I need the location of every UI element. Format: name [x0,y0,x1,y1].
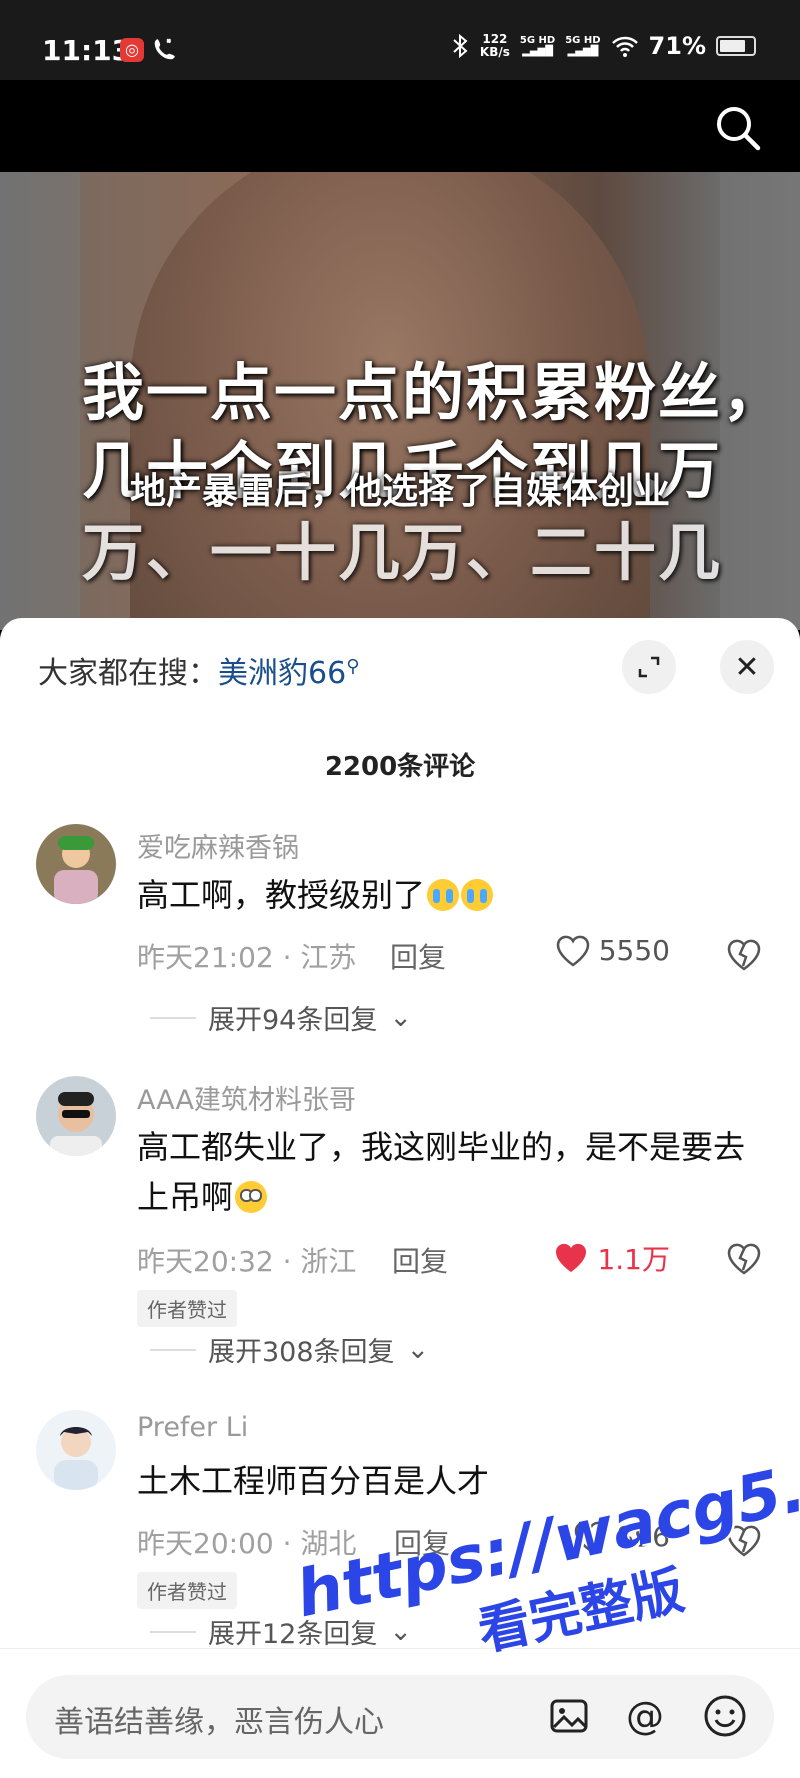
comment-location: 浙江 [300,1245,357,1278]
crying-emoji-icon [427,879,460,911]
status-indicators: 122 KB/s 5G HD ▂▄▆█ 5G HD ▂▄▆█ 71% [450,32,756,60]
search-icon[interactable] [712,102,764,154]
avatar[interactable] [36,824,116,904]
like-button[interactable]: 896 [573,1520,670,1553]
sim2-label: 5G HD [565,35,601,46]
close-button[interactable]: ✕ [720,640,774,694]
comment-text-body: 高工啊，教授级别了 [137,876,426,914]
comment-meta: 昨天20:32 · 浙江 [137,1245,357,1278]
dislike-icon[interactable] [724,1240,764,1276]
expand-replies-label: 展开308条回复 [208,1337,395,1368]
heart-filled-icon [556,1243,587,1272]
reply-button[interactable]: 回复 [394,1522,450,1562]
emoji-icon[interactable] [702,1693,748,1739]
divider [150,1016,196,1019]
comment-location: 江苏 [300,941,357,974]
expand-replies-label: 展开12条回复 [208,1619,378,1650]
like-count: 1.1万 [597,1243,670,1276]
comment-text-line: 上吊啊 [137,1178,234,1216]
comment-username[interactable]: Prefer Li [137,1412,248,1443]
dislike-icon[interactable] [724,1522,764,1558]
comment-time: 昨天20:00 [137,1527,274,1560]
top-bar [0,80,800,172]
expand-icon [638,656,660,678]
mention-icon[interactable]: @ [622,1693,668,1739]
author-liked-badge: 作者赞过 [137,1290,237,1327]
sim2-signal-icon: 5G HD ▂▄▆█ [565,35,601,57]
comment-text-line: 高工都失业了，我这刚毕业的，是不是要去 [137,1128,746,1166]
video-subtitle: 地产暴雷后，他选择了自媒体创业 [129,471,670,512]
expand-replies-button[interactable]: 展开94条回复 ⌄ [150,998,412,1037]
comment-username[interactable]: AAA建筑材料张哥 [137,1078,356,1117]
chevron-down-icon: ⌄ [389,1616,412,1647]
heart-icon [574,1521,607,1553]
comment-meta: 昨天20:00 · 湖北 [137,1527,357,1560]
comment-text: 高工啊，教授级别了 [137,870,777,920]
comment-input-placeholder: 善语结善缘，恶言伤人心 [54,1705,384,1740]
video-overlay-line: 我一点一点的积累粉丝， [82,356,787,429]
comment-sheet: 大家都在搜：美洲豹66⚲ ✕ 2200条评论 爱吃麻辣香锅 高工啊，教授级别了 … [0,618,800,1778]
author-liked-badge: 作者赞过 [137,1572,237,1609]
video-blur-left [0,172,80,630]
like-count: 5550 [598,934,670,967]
shocked-emoji-icon [235,1181,268,1213]
dislike-icon[interactable] [724,936,764,972]
call-icon [154,38,175,60]
comment-time: 昨天21:02 [137,941,274,974]
chevron-down-icon: ⌄ [406,1334,430,1365]
fullscreen-button[interactable] [622,640,676,694]
status-time: 11:13 [42,34,132,67]
trending-search-keyword[interactable]: 美洲豹66 [218,656,346,691]
comment-count: 2200条评论 [324,752,476,782]
net-speed-unit: KB/s [479,45,510,59]
like-button[interactable]: 5550 [555,934,670,967]
video-player[interactable]: 我一点一点的积累粉丝， 几十个到几千个到几万 万、一十几万、二十几 地产暴雷后，… [0,172,800,630]
comment-text: 高工都失业了，我这刚毕业的，是不是要去 上吊啊 [137,1122,777,1222]
comment-username[interactable]: 爱吃麻辣香锅 [137,826,299,865]
chevron-down-icon: ⌄ [389,1002,412,1033]
wifi-icon [611,36,638,57]
crying-emoji-icon [461,879,494,911]
like-button[interactable]: 1.1万 [553,1238,670,1278]
sim1-signal-icon: 5G HD ▂▄▆█ [519,35,556,57]
search-small-icon: ⚲ [346,656,360,677]
battery-icon [716,36,756,56]
net-speed: 122 KB/s [480,33,510,59]
avatar[interactable] [36,1410,116,1490]
expand-replies-button[interactable]: 展开12条回复 ⌄ [150,1612,412,1651]
like-count: 896 [616,1520,670,1553]
trending-search-prefix: 大家都在搜： [38,656,218,691]
sim1-label: 5G HD [519,35,556,46]
bluetooth-icon [453,33,468,59]
close-icon: ✕ [734,649,760,685]
expand-replies-label: 展开94条回复 [208,1005,378,1036]
comment-time: 昨天20:32 [137,1245,274,1278]
comment-text: 土木工程师百分百是人才 [137,1462,490,1500]
avatar[interactable] [36,1076,116,1156]
heart-icon [556,935,589,967]
comment-location: 湖北 [300,1527,357,1560]
trending-search[interactable]: 大家都在搜：美洲豹66⚲ [38,648,359,692]
divider [150,1348,196,1351]
netease-music-icon: ◎ [120,38,144,62]
video-overlay-line: 万、一十几万、二十几 [82,516,723,589]
divider [150,1630,196,1633]
expand-replies-button[interactable]: 展开308条回复 ⌄ [150,1330,429,1369]
reply-button[interactable]: 回复 [392,1240,448,1280]
battery-percent: 71% [648,32,706,60]
reply-button[interactable]: 回复 [390,936,446,976]
image-icon[interactable] [546,1693,592,1739]
comment-meta: 昨天21:02 · 江苏 [137,941,357,974]
comment-input[interactable]: 善语结善缘，恶言伤人心 @ [26,1675,774,1759]
comment-input-bar: 善语结善缘，恶言伤人心 @ [0,1648,800,1778]
